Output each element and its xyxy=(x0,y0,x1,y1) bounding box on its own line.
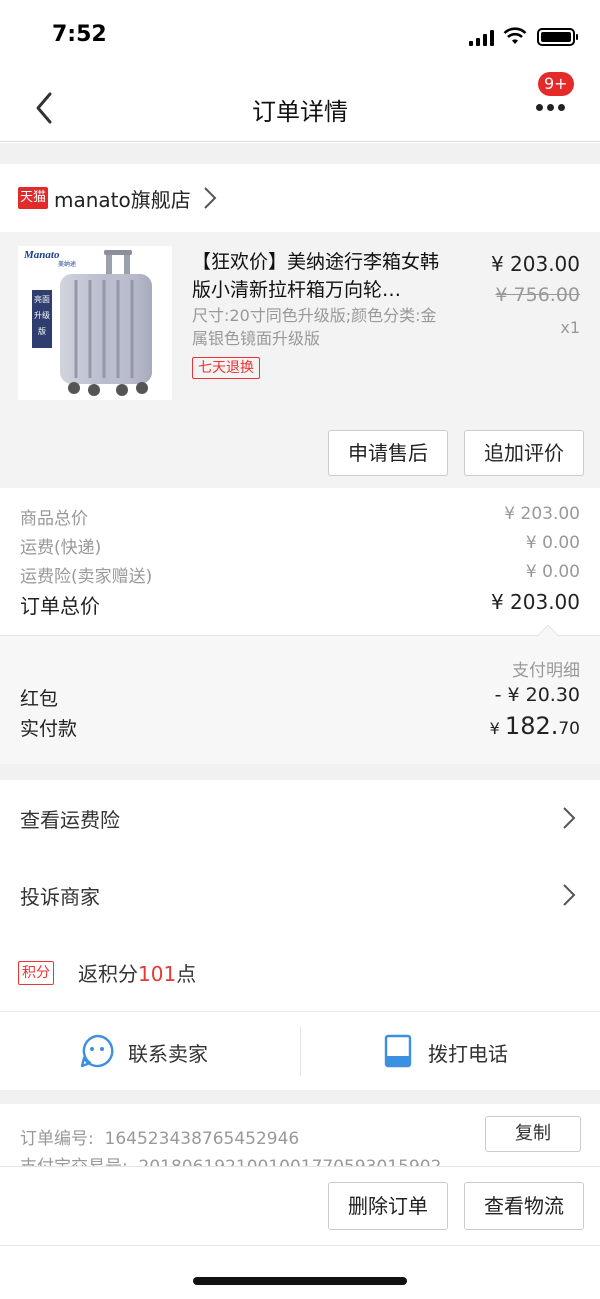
summary-label: 运费(快递) xyxy=(20,538,102,558)
status-bar: 7:52 xyxy=(0,0,600,72)
chevron-right-icon xyxy=(563,807,576,829)
payment-detail-label: 支付明细 xyxy=(512,661,580,681)
summary-label: 商品总价 xyxy=(20,509,88,529)
cellular-signal-icon xyxy=(469,30,495,46)
brand-logo-text: Manato xyxy=(23,249,60,261)
points-prefix: 返积分 xyxy=(78,962,138,986)
suitcase-image: Manato 美纳途 亮面 升级 版 xyxy=(18,246,172,400)
order-number: 164523438765452946 xyxy=(104,1129,300,1149)
summary-value: ¥ 0.00 xyxy=(525,562,580,582)
brand-logo-subtext: 美纳途 xyxy=(58,260,76,268)
call-phone-label: 拨打电话 xyxy=(428,1042,508,1066)
shop-name[interactable]: manato旗舰店 xyxy=(54,184,191,213)
alipay-number: 2018061921001001770593015902 xyxy=(139,1157,442,1166)
call-phone-button[interactable]: 拨打电话 xyxy=(384,1034,544,1070)
section-divider xyxy=(0,1090,600,1104)
summary-row: 运费险(卖家赠送) ¥ 0.00 xyxy=(20,562,580,588)
paid-label: 实付款 xyxy=(20,718,78,740)
price-summary: 商品总价 ¥ 203.00 运费(快递) ¥ 0.00 运费险(卖家赠送) ¥ … xyxy=(0,488,600,636)
contact-seller-label: 联系卖家 xyxy=(128,1042,208,1066)
section-divider xyxy=(0,143,600,164)
order-number-line: 订单编号: 164523438765452946 xyxy=(20,1124,299,1149)
battery-icon xyxy=(537,28,578,46)
contact-divider xyxy=(300,1026,301,1076)
bottom-action-bar: 删除订单 查看物流 xyxy=(0,1166,600,1246)
shipping-insurance-row[interactable]: 查看运费险 xyxy=(0,780,600,858)
phone-icon xyxy=(384,1034,412,1068)
delete-order-button[interactable]: 删除订单 xyxy=(328,1182,448,1230)
after-sale-button[interactable]: 申请售后 xyxy=(328,430,448,476)
alipay-number-line: 支付宝交易号: 2018061921001001770593015902 xyxy=(20,1152,441,1166)
order-total-value: ¥ 203.00 xyxy=(490,590,580,614)
seven-day-return-tag: 七天退换 xyxy=(192,357,260,379)
product-title[interactable]: 【狂欢价】美纳途行李箱女韩版小清新拉杆箱万向轮… xyxy=(192,248,457,304)
tmall-logo: 天猫 xyxy=(18,187,48,209)
copy-button[interactable]: 复制 xyxy=(485,1116,581,1152)
product-spec: 尺寸:20寸同色升级版;颜色分类:金属银色镜面升级版 xyxy=(192,306,437,348)
product-price: ¥ 203.00 xyxy=(490,252,580,276)
contact-bar: 联系卖家 拨打电话 xyxy=(0,1012,600,1090)
section-divider xyxy=(0,764,600,780)
points-suffix: 点 xyxy=(176,962,197,986)
add-review-button[interactable]: 追加评价 xyxy=(464,430,584,476)
summary-value: ¥ 0.00 xyxy=(525,533,580,553)
order-info: 订单编号: 164523438765452946 支付宝交易号: 2018061… xyxy=(0,1104,600,1166)
points-row: 积分 返积分101点 xyxy=(0,934,600,1012)
summary-value: ¥ 203.00 xyxy=(504,504,580,524)
shop-header[interactable]: 天猫 manato旗舰店 xyxy=(0,164,600,232)
complain-seller-label: 投诉商家 xyxy=(20,885,100,909)
view-logistics-button[interactable]: 查看物流 xyxy=(464,1182,584,1230)
wifi-icon xyxy=(503,27,527,44)
order-total-label: 订单总价 xyxy=(20,594,100,618)
red-packet-value: - ¥ 20.30 xyxy=(494,684,580,706)
order-number-label: 订单编号: xyxy=(20,1129,94,1149)
summary-row: 运费(快递) ¥ 0.00 xyxy=(20,533,580,559)
paid-amount: ¥ 182.70 xyxy=(490,712,580,740)
nav-bar: 订单详情 9+ xyxy=(0,72,600,142)
paid-currency: ¥ xyxy=(489,719,505,738)
status-time: 7:52 xyxy=(52,22,107,47)
points-text: 返积分101点 xyxy=(78,958,196,987)
svg-text:升级: 升级 xyxy=(34,310,50,320)
more-icon[interactable] xyxy=(534,100,568,112)
points-tag: 积分 xyxy=(18,961,54,985)
product-quantity: x1 xyxy=(560,318,580,337)
red-packet-label: 红包 xyxy=(20,688,59,710)
contact-seller-button[interactable]: 联系卖家 xyxy=(80,1034,240,1070)
payment-detail: 支付明细 红包 - ¥ 20.30 实付款 ¥ 182.70 xyxy=(0,624,600,764)
chevron-right-icon xyxy=(563,884,576,906)
shipping-insurance-label: 查看运费险 xyxy=(20,808,120,832)
svg-text:亮面: 亮面 xyxy=(34,294,50,304)
complain-seller-row[interactable]: 投诉商家 xyxy=(0,857,600,935)
chevron-right-icon xyxy=(204,187,217,209)
svg-text:版: 版 xyxy=(38,326,46,336)
chat-icon xyxy=(80,1034,114,1068)
points-amount: 101 xyxy=(138,962,177,986)
alipay-number-label: 支付宝交易号: xyxy=(20,1157,128,1166)
order-total-row: 订单总价 ¥ 203.00 xyxy=(20,590,580,618)
home-indicator[interactable] xyxy=(193,1277,407,1285)
paid-integer: 182. xyxy=(504,712,559,740)
product-card[interactable]: Manato 美纳途 亮面 升级 版 【狂欢价】美纳途行李箱女韩版小清新拉杆箱万… xyxy=(0,232,600,488)
notification-badge: 9+ xyxy=(538,72,574,96)
product-original-price: ¥ 756.00 xyxy=(495,284,580,306)
page-title: 订单详情 xyxy=(252,98,348,126)
product-image[interactable]: Manato 美纳途 亮面 升级 版 xyxy=(18,246,172,400)
summary-row: 商品总价 ¥ 203.00 xyxy=(20,504,580,530)
summary-label: 运费险(卖家赠送) xyxy=(20,567,153,587)
paid-decimal: 70 xyxy=(558,719,580,739)
